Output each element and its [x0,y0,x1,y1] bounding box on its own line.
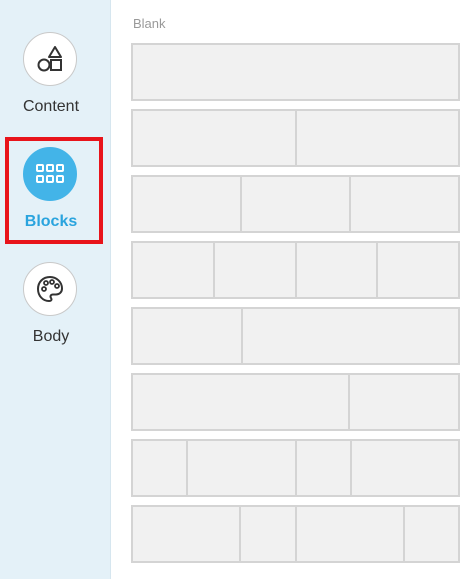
block-column [133,177,240,231]
block-column [349,177,458,231]
block-column [294,441,350,495]
palette-icon [37,276,63,302]
sidebar-item-content[interactable]: Content [0,20,104,130]
block-column [186,441,295,495]
sidebar-item-body[interactable]: Body [0,252,104,362]
block-column [239,507,295,561]
block-column [240,309,458,363]
sidebar-item-blocks[interactable]: Blocks [0,137,104,247]
block-column [133,45,458,99]
section-label: Blank [133,16,166,31]
block-column [240,177,349,231]
block-layout-option[interactable] [131,505,460,563]
block-column [402,507,458,561]
block-column [294,111,458,165]
block-layout-option[interactable] [131,241,460,299]
block-layout-option[interactable] [131,43,460,101]
block-column [133,375,349,429]
blocks-icon-circle [23,147,77,201]
content-icon-circle [23,32,77,86]
sidebar: Content Blocks Body [0,0,111,579]
block-layout-option[interactable] [131,109,460,167]
sidebar-item-label: Body [32,328,70,345]
block-column [133,441,187,495]
grid-icon [36,164,64,183]
block-column [212,243,295,297]
block-column [294,507,403,561]
block-column [133,507,240,561]
sidebar-item-label: Content [22,98,80,115]
editor-panel: Content Blocks Body Blank [0,0,474,579]
block-column [294,243,377,297]
block-column [133,309,241,363]
shapes-icon [37,46,62,72]
body-icon-circle [23,262,77,316]
block-column [348,375,458,429]
block-layout-option[interactable] [131,307,460,365]
block-layout-option[interactable] [131,439,460,497]
block-column [133,243,213,297]
block-column [376,243,458,297]
block-column [133,111,295,165]
block-column [349,441,458,495]
block-layout-option[interactable] [131,373,460,431]
sidebar-item-label: Blocks [24,213,78,230]
block-layout-option[interactable] [131,175,460,233]
